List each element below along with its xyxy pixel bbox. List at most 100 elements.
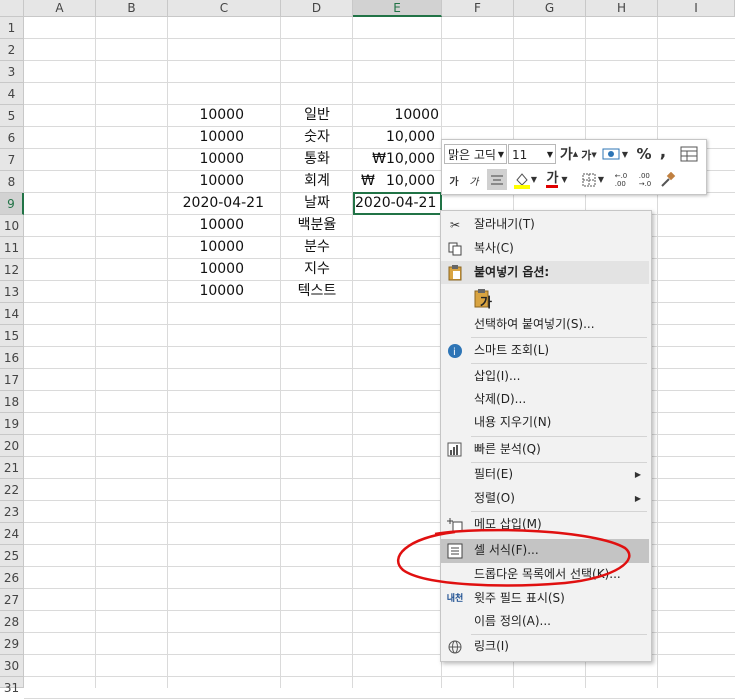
row-header-25[interactable]: 25 — [0, 545, 24, 567]
row-header-2[interactable]: 2 — [0, 39, 24, 61]
col-header-f[interactable]: F — [442, 0, 514, 17]
col-header-d[interactable]: D — [281, 0, 353, 17]
row-header-10[interactable]: 10 — [0, 215, 24, 237]
row-header-6[interactable]: 6 — [0, 127, 24, 149]
row-header-1[interactable]: 1 — [0, 17, 24, 39]
row-header-22[interactable]: 22 — [0, 479, 24, 501]
menu-item-clear-contents[interactable]: 내용 지우기(N) — [441, 411, 649, 434]
select-all-corner[interactable] — [0, 0, 24, 17]
menu-item-cut[interactable]: ✂ 잘라내기(T) — [441, 213, 649, 236]
cell-e5[interactable]: 10000 — [353, 104, 442, 126]
menu-item-format-cells[interactable]: 셀 서식(F)... — [441, 539, 649, 563]
font-name-box[interactable]: 맑은 고딕 ▼ — [444, 144, 507, 164]
font-size-box[interactable]: 11 ▼ — [508, 144, 556, 164]
menu-item-pick-dropdown[interactable]: 드롭다운 목록에서 선택(K)... — [441, 563, 649, 586]
comma-style-button[interactable]: , — [656, 142, 670, 162]
row-header-12[interactable]: 12 — [0, 259, 24, 281]
row-header-9[interactable]: 9 — [0, 193, 24, 215]
col-header-b[interactable]: B — [96, 0, 168, 17]
cell-d6[interactable]: 숫자 — [281, 126, 353, 148]
cell-c10[interactable]: 10000 — [168, 214, 281, 236]
row-header-20[interactable]: 20 — [0, 435, 24, 457]
row-header-3[interactable]: 3 — [0, 61, 24, 83]
cell-d13[interactable]: 텍스트 — [281, 280, 353, 302]
row-header-26[interactable]: 26 — [0, 567, 24, 589]
format-table-button[interactable] — [678, 144, 700, 164]
cell-e8[interactable]: ₩ 10,000 — [353, 170, 442, 192]
paste-option-values[interactable]: 가 — [441, 287, 649, 311]
menu-item-insert-comment[interactable]: 메모 삽입(M) — [441, 513, 649, 536]
fill-color-button[interactable]: ▼ — [510, 169, 540, 190]
menu-item-filter[interactable]: 필터(E) ▶ — [441, 463, 649, 486]
row-header-15[interactable]: 15 — [0, 325, 24, 347]
percent-style-button[interactable]: % — [635, 144, 653, 164]
menu-item-copy[interactable]: 복사(C) — [441, 237, 649, 260]
row-header-18[interactable]: 18 — [0, 391, 24, 413]
menu-item-define-name[interactable]: 이름 정의(A)... — [441, 610, 649, 633]
cell-c8[interactable]: 10000 — [168, 170, 281, 192]
shrink-font-button[interactable]: 가 ▼ — [580, 146, 598, 164]
row-header-8[interactable]: 8 — [0, 171, 24, 193]
menu-item-delete[interactable]: 삭제(D)... — [441, 388, 649, 411]
menu-item-smart-lookup[interactable]: i 스마트 조회(L) — [441, 339, 649, 362]
increase-decimal-button[interactable]: ←.0 .00 — [610, 169, 632, 190]
bold-button[interactable]: 가 — [446, 170, 462, 190]
menu-item-link[interactable]: 링크(I) — [441, 635, 649, 658]
cell-d10[interactable]: 백분율 — [281, 214, 353, 236]
row-header-5[interactable]: 5 — [0, 105, 24, 127]
borders-button[interactable]: ▼ — [579, 169, 607, 190]
menu-item-phonetic-field[interactable]: 내천 윗주 필드 표시(S) — [441, 587, 649, 610]
cell-d7[interactable]: 통화 — [281, 148, 353, 170]
cell-e6[interactable]: 10,000 — [353, 126, 442, 148]
accounting-format-button[interactable]: ▼ — [600, 144, 630, 164]
cell-d9[interactable]: 날짜 — [281, 192, 353, 214]
row-header-17[interactable]: 17 — [0, 369, 24, 391]
cell-d12[interactable]: 지수 — [281, 258, 353, 280]
row-header-7[interactable]: 7 — [0, 149, 24, 171]
cell-c5[interactable]: 10000 — [168, 104, 281, 126]
align-center-button[interactable] — [487, 169, 507, 190]
row-header-11[interactable]: 11 — [0, 237, 24, 259]
row-header-4[interactable]: 4 — [0, 83, 24, 105]
row-header-14[interactable]: 14 — [0, 303, 24, 325]
row-header-29[interactable]: 29 — [0, 633, 24, 655]
col-header-i[interactable]: I — [658, 0, 735, 17]
row-header-28[interactable]: 28 — [0, 611, 24, 633]
font-color-button[interactable]: 가 ▼ — [542, 169, 572, 190]
row-header-27[interactable]: 27 — [0, 589, 24, 611]
row-header-16[interactable]: 16 — [0, 347, 24, 369]
align-center-icon — [491, 175, 503, 184]
col-header-a[interactable]: A — [24, 0, 96, 17]
cell-d8[interactable]: 회계 — [281, 170, 353, 192]
col-header-e[interactable]: E — [353, 0, 442, 17]
menu-item-sort[interactable]: 정렬(O) ▶ — [441, 487, 649, 510]
cell-c9[interactable]: 2020-04-21 — [168, 192, 281, 214]
cell-e7[interactable]: ₩10,000 — [353, 148, 442, 170]
cell-c6[interactable]: 10000 — [168, 126, 281, 148]
col-header-c[interactable]: C — [168, 0, 281, 17]
col-header-g[interactable]: G — [514, 0, 586, 17]
row-gridline — [24, 60, 735, 61]
format-painter-button[interactable] — [658, 169, 678, 190]
row-header-21[interactable]: 21 — [0, 457, 24, 479]
italic-button[interactable]: 가 — [466, 170, 482, 190]
row-header-13[interactable]: 13 — [0, 281, 24, 303]
cell-d11[interactable]: 분수 — [281, 236, 353, 258]
menu-item-insert[interactable]: 삽입(I)... — [441, 365, 649, 388]
row-header-23[interactable]: 23 — [0, 501, 24, 523]
cell-c7[interactable]: 10000 — [168, 148, 281, 170]
menu-item-paste-special[interactable]: 선택하여 붙여넣기(S)... — [441, 313, 649, 336]
col-header-h[interactable]: H — [586, 0, 658, 17]
row-header-24[interactable]: 24 — [0, 523, 24, 545]
menu-item-quick-analysis[interactable]: 빠른 분석(Q) — [441, 438, 649, 461]
row-header-30[interactable]: 30 — [0, 655, 24, 677]
cell-c12[interactable]: 10000 — [168, 258, 281, 280]
row-header-31[interactable]: 31 — [0, 677, 24, 695]
cell-d5[interactable]: 일반 — [281, 104, 353, 126]
row-header-19[interactable]: 19 — [0, 413, 24, 435]
grow-font-button[interactable]: 가 ▲ — [559, 144, 579, 164]
cell-e9-selected[interactable]: 2020-04-21 — [353, 192, 442, 215]
cell-c11[interactable]: 10000 — [168, 236, 281, 258]
cell-c13[interactable]: 10000 — [168, 280, 281, 302]
decrease-decimal-button[interactable]: .00 →.0 — [634, 169, 656, 190]
